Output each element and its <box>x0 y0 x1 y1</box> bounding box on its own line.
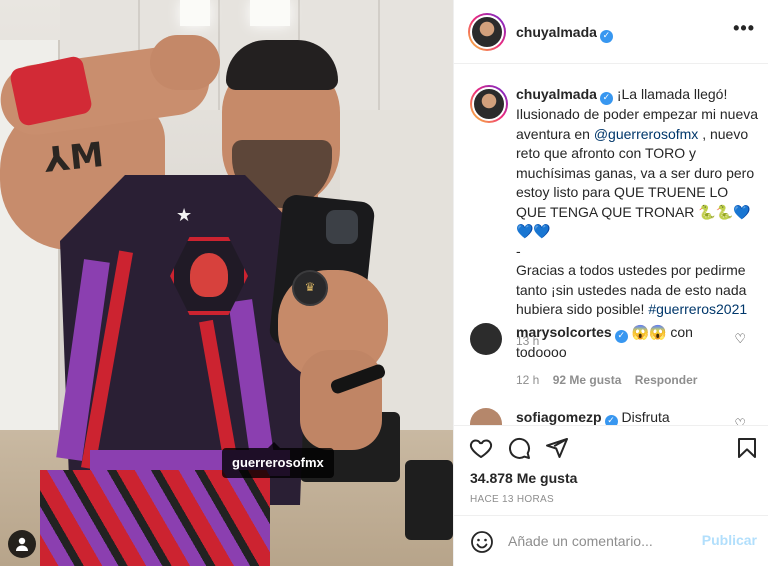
comment-text: sofiagomezp ✓ Disfruta <box>516 408 726 425</box>
caption-mention-link[interactable]: @guerrerosofmx <box>594 126 698 142</box>
phone-grip-crown-icon: ♛ <box>292 270 328 306</box>
author-avatar[interactable] <box>468 13 506 51</box>
post-header: chuyalmada ✓ ••• <box>454 0 768 64</box>
reply-button[interactable]: Responder <box>635 373 698 387</box>
emblem-bird-icon <box>190 253 228 297</box>
paper-plane-icon[interactable] <box>545 436 571 462</box>
caption-hashtag-link[interactable]: #guerreros2021 <box>648 301 747 317</box>
verified-badge-icon: ✓ <box>604 415 618 425</box>
publish-button[interactable]: Publicar <box>702 532 757 548</box>
phone-camera <box>326 210 358 244</box>
heart-icon[interactable] <box>469 436 495 462</box>
commenter-avatar[interactable] <box>470 408 502 425</box>
verified-badge-icon: ✓ <box>614 330 628 343</box>
person-icon <box>16 537 28 551</box>
comment-icon[interactable] <box>507 436 533 462</box>
smiley-icon[interactable] <box>470 530 494 559</box>
caption-username[interactable]: chuyalmada <box>516 86 597 102</box>
add-comment-bar: Publicar <box>454 515 768 566</box>
comment-likes[interactable]: 92 Me gusta <box>553 373 622 387</box>
author-name-row: chuyalmada ✓ <box>516 24 613 43</box>
arm-tattoo: ⅄M <box>42 134 106 182</box>
forearm <box>300 350 382 450</box>
verified-badge-icon: ✓ <box>599 30 613 43</box>
chair <box>405 460 453 540</box>
comments-list[interactable]: chuyalmada ✓ ¡La llamada llegó! Ilusionad… <box>454 65 768 425</box>
caption-body: , nuevo reto que afronto con TORO y much… <box>516 125 755 240</box>
post-side-panel: chuyalmada ✓ ••• chuyalmada ✓ ¡La llamada … <box>453 0 768 566</box>
comment-input[interactable] <box>508 529 698 553</box>
star-icon: ★ <box>176 205 193 225</box>
caption-avatar[interactable] <box>470 85 508 123</box>
bookmark-icon[interactable] <box>735 436 761 462</box>
caption-text: chuyalmada ✓ ¡La llamada llegó! Ilusionad… <box>516 85 760 351</box>
ceiling-light <box>180 0 210 26</box>
comment-like-heart-icon[interactable]: ♡ <box>734 331 746 347</box>
avatar-image <box>470 15 504 49</box>
ceiling-light <box>250 0 290 26</box>
hair <box>226 40 338 90</box>
commenter-username[interactable]: marysolcortes <box>516 324 612 340</box>
photo-user-tag[interactable]: guerrerosofmx <box>222 448 334 478</box>
caption-dash: - <box>516 242 521 259</box>
fist <box>150 35 220 90</box>
commenter-avatar[interactable] <box>470 323 502 355</box>
verified-badge-icon: ✓ <box>599 92 613 105</box>
striped-shorts <box>40 470 270 566</box>
comment-meta: 12 h 92 Me gusta Responder <box>516 373 697 387</box>
comment-text: marysolcortes ✓ 😱😱 con todoooo <box>516 323 726 362</box>
commenter-username[interactable]: sofiagomezp <box>516 409 602 425</box>
posted-time[interactable]: HACE 13 HORAS <box>470 494 554 505</box>
comment-time[interactable]: 12 h <box>516 373 539 387</box>
author-username[interactable]: chuyalmada <box>516 24 597 40</box>
post-photo[interactable]: ⅄M ★ ♛ guerrerosofmx <box>0 0 453 566</box>
avatar-image <box>472 87 506 121</box>
tagged-users-button[interactable] <box>8 530 36 558</box>
action-bar: 34.878 Me gusta HACE 13 HORAS <box>454 425 768 515</box>
likes-count[interactable]: 34.878 Me gusta <box>470 470 577 486</box>
more-options-icon[interactable]: ••• <box>733 18 755 39</box>
comment-like-heart-icon[interactable]: ♡ <box>734 416 746 425</box>
comment-body: Disfruta <box>621 409 670 425</box>
